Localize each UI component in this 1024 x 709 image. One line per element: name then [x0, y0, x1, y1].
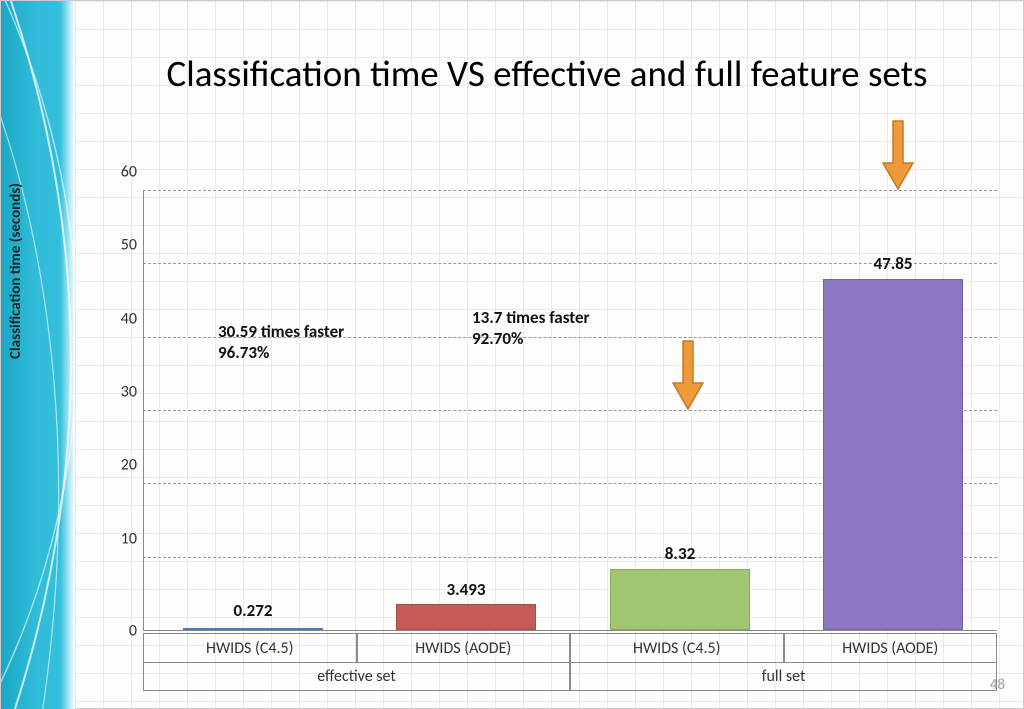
y-tick: 50: [107, 236, 137, 255]
plot-area: 0 10 20 30 40 50 60 0.272 3.493 8.32: [143, 191, 997, 631]
arrow-icon: [671, 339, 705, 411]
annotation-left: 30.59 times faster 96.73%: [218, 321, 344, 364]
bar-hwids-aode-effective: [396, 604, 536, 630]
chart: Classification time (seconds) 0 10 20 30…: [97, 191, 997, 631]
y-tick: 10: [107, 529, 137, 548]
x-category: HWIDS (C4.5): [570, 633, 784, 663]
x-category: HWIDS (AODE): [784, 633, 998, 663]
arrow-icon: [881, 119, 915, 191]
gridline: [143, 190, 997, 191]
y-tick: 30: [107, 383, 137, 402]
slide: Classification time VS effective and ful…: [0, 0, 1024, 709]
x-category: HWIDS (AODE): [357, 633, 571, 663]
x-group: full set: [570, 663, 997, 691]
y-axis: [143, 191, 144, 631]
bar-hwids-aode-full: [823, 279, 963, 630]
bar-hwids-c45-effective: [183, 628, 323, 630]
page-title: Classification time VS effective and ful…: [101, 51, 993, 96]
bar-hwids-c45-full: [610, 569, 750, 630]
x-axis: [143, 630, 997, 631]
y-tick: 20: [107, 456, 137, 475]
y-axis-title: Classification time (seconds): [7, 131, 25, 411]
y-tick: 40: [107, 309, 137, 328]
y-tick: 60: [107, 163, 137, 182]
x-category: HWIDS (C4.5): [143, 633, 357, 663]
x-group: effective set: [143, 663, 570, 691]
bar-value: 47.85: [823, 253, 963, 274]
y-tick: 0: [107, 622, 137, 641]
bar-value: 3.493: [396, 579, 536, 600]
annotation-right: 13.7 times faster 92.70%: [472, 307, 590, 350]
bar-value: 8.32: [610, 543, 750, 564]
bar-value: 0.272: [183, 600, 323, 621]
page-number: 48: [990, 676, 1005, 694]
